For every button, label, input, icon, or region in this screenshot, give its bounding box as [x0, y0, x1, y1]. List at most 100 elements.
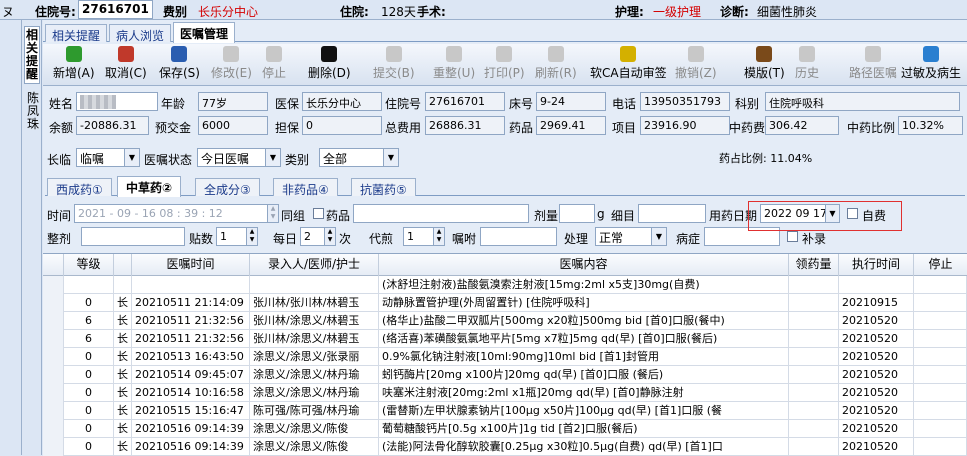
age-field: 77岁: [198, 92, 268, 111]
book-icon: [756, 46, 773, 62]
trash-icon: [687, 46, 704, 62]
item-fee-field: 23916.90: [640, 116, 730, 135]
table-row[interactable]: 6 长 20210511 21:32:56 张川林/涂思义/林碧玉 (络活喜)苯磺酸氨氯…: [43, 330, 967, 348]
drug-input[interactable]: [353, 204, 529, 223]
toolbar-button-add[interactable]: 新增(A): [53, 46, 95, 84]
col-header-qty[interactable]: 领药量: [789, 254, 839, 276]
subtab-western[interactable]: 西成药①: [47, 178, 112, 197]
toolbar-button-check[interactable]: 软CA自动审签: [590, 46, 667, 84]
row-num-cell: [43, 330, 64, 348]
table-row[interactable]: 0 长 20210513 16:43:50 涂思义/涂思义/张录丽 0.9%氯化钠注射液…: [43, 348, 967, 366]
tab-patient-browse[interactable]: 病人浏览: [109, 24, 172, 43]
refresh-icon: [446, 46, 463, 62]
toolbar-button-delete[interactable]: 删除(D): [308, 46, 351, 84]
subtab-herbal[interactable]: 中草药②: [117, 176, 182, 197]
drug-checkbox[interactable]: [313, 208, 324, 219]
person-cell: 张川林/张川林/林碧玉: [250, 294, 379, 312]
col-header-content[interactable]: 医嘱内容: [379, 254, 789, 276]
toolbar-button-edit[interactable]: 修改(E): [211, 46, 252, 84]
row-num-cell: [43, 384, 64, 402]
level-cell: 0: [64, 294, 114, 312]
toolbar-button-allergy[interactable]: 过敏及病生: [901, 46, 961, 84]
table-row[interactable]: 0 长 20210515 15:16:47 陈可强/陈可强/林丹瑜 (雷替斯)左甲状腺素…: [43, 402, 967, 420]
table-row[interactable]: 0 长 20210511 21:14:09 张川林/张川林/林碧玉 动静脉置管护理(外周…: [43, 294, 967, 312]
whole-dose-input[interactable]: [81, 227, 185, 246]
process-select[interactable]: 正常 ▼: [595, 227, 667, 246]
col-header-time[interactable]: 医嘱时间: [132, 254, 250, 276]
toolbar-button-label: 过敏及病生: [901, 66, 962, 80]
spin-arrows-icon[interactable]: ▲ ▼: [433, 228, 444, 245]
decoct-spinner[interactable]: 1 ▲ ▼: [403, 227, 445, 246]
toolbar-button-trash[interactable]: 撤销(Z): [675, 46, 717, 84]
col-header-type[interactable]: [114, 254, 132, 276]
toolbar-button-stop[interactable]: 停止: [262, 46, 286, 84]
toolbar-button-book[interactable]: 模版(T): [744, 46, 785, 84]
tab-order-management[interactable]: 医嘱管理: [173, 22, 236, 43]
prepay-field: 6000: [198, 116, 268, 135]
chevron-down-icon[interactable]: ▼: [124, 149, 139, 166]
order-status-select[interactable]: 今日医嘱 ▼: [197, 148, 281, 167]
spin-arrows-icon[interactable]: ▲ ▼: [324, 228, 335, 245]
spin-arrows-icon[interactable]: ▲ ▼: [246, 228, 257, 245]
exec-time-cell: 20210520: [839, 384, 914, 402]
table-row[interactable]: 0 长 20210514 09:45:07 涂思义/涂思义/林丹瑜 蚓钙酶片[20mg …: [43, 366, 967, 384]
prepay-label: 预交金: [155, 121, 192, 135]
bed-label: 床号: [509, 97, 534, 111]
toolbar-button-refresh[interactable]: 重整(U): [433, 46, 475, 84]
time-cell: 20210511 21:32:56: [132, 312, 250, 330]
table-row[interactable]: 0 长 20210516 09:14:39 涂思义/涂思义/陈俊 葡萄糖酸钙片[0.5g…: [43, 420, 967, 438]
content-cell: 0.9%氯化钠注射液[10ml:90mg]10ml bid [首1]封管用: [379, 348, 789, 366]
age-label: 年龄: [161, 97, 186, 111]
time-field[interactable]: 2021 - 09 - 16 08 : 39 : 12 ▲ ▼: [74, 204, 279, 223]
order-type-select[interactable]: 临嘱 ▼: [76, 148, 140, 167]
daily-spinner[interactable]: 2 ▲ ▼: [300, 227, 336, 246]
toolbar-button-submit[interactable]: 提交(B): [373, 46, 415, 84]
level-cell: 6: [64, 330, 114, 348]
tab-reminder[interactable]: 相关提醒: [45, 24, 108, 43]
toolbar-button-save[interactable]: 保存(S): [159, 46, 200, 84]
toolbar-button-history[interactable]: 历史: [795, 46, 819, 84]
count-spinner[interactable]: 1 ▲ ▼: [216, 227, 258, 246]
doctor-name: 陈凤珠: [26, 91, 39, 131]
subtab-antibiotic[interactable]: 抗菌药⑤: [351, 178, 416, 197]
dose-input[interactable]: [559, 204, 595, 223]
exec-time-cell: 20210520: [839, 330, 914, 348]
note-input[interactable]: [480, 227, 557, 246]
history-icon: [799, 46, 815, 62]
col-header-stop[interactable]: 停止: [914, 254, 967, 276]
dept-label: 科别: [735, 97, 760, 111]
col-header-level[interactable]: 等级: [64, 254, 114, 276]
detail-input[interactable]: [638, 204, 706, 223]
exec-time-cell: 20210520: [839, 348, 914, 366]
table-row[interactable]: 0 长 20210514 10:16:58 涂思义/涂思义/林丹瑜 呋塞米注射液[20m…: [43, 384, 967, 402]
col-header-person[interactable]: 录入人/医师/护士: [250, 254, 379, 276]
side-panel: 相关提醒 陈凤珠: [22, 20, 42, 455]
type-cell: 长: [114, 420, 132, 438]
reminder-side-tab[interactable]: 相关提醒: [24, 26, 40, 84]
refill-checkbox[interactable]: [787, 231, 798, 242]
left-arrow-icon[interactable]: ヌ: [2, 3, 14, 20]
toolbar-button-print[interactable]: 打印(P): [484, 46, 525, 84]
toolbar-button-path[interactable]: 路径医嘱: [849, 46, 897, 84]
chevron-down-icon[interactable]: ▼: [651, 228, 666, 245]
left-collapse-strip[interactable]: [0, 20, 22, 455]
disease-label: 病症: [676, 232, 701, 246]
daily-label: 每日: [273, 232, 298, 246]
spin-arrows-icon[interactable]: ▲ ▼: [267, 205, 278, 222]
subtab-all-components[interactable]: 全成分③: [195, 178, 260, 197]
balance-label: 余额: [49, 121, 74, 135]
subtab-non-drug[interactable]: 非药品④: [273, 178, 338, 197]
inpatient-field: 27616701: [425, 92, 505, 111]
col-header-exec-time[interactable]: 执行时间: [839, 254, 914, 276]
toolbar-button-reload[interactable]: 刷新(R): [535, 46, 577, 84]
toolbar-button-label: 修改(E): [211, 66, 252, 80]
table-row[interactable]: 6 长 20210511 21:32:56 张川林/涂思义/林碧玉 (格华止)盐酸二甲双…: [43, 312, 967, 330]
chevron-down-icon[interactable]: ▼: [265, 149, 280, 166]
toolbar-button-undo[interactable]: 取消(C): [105, 46, 147, 84]
category-select[interactable]: 全部 ▼: [319, 148, 399, 167]
chevron-down-icon[interactable]: ▼: [383, 149, 398, 166]
category-label: 类别: [285, 153, 310, 167]
table-row[interactable]: (沐舒坦注射液)盐酸氨溴索注射液[15mg:2ml x5支]30mg(自费): [43, 276, 967, 294]
table-row[interactable]: 0 长 20210516 09:14:39 涂思义/涂思义/陈俊 (法能)阿法骨化醇软胶…: [43, 438, 967, 456]
time-value: 2021 - 09 - 16 08 : 39 : 12: [78, 207, 223, 220]
